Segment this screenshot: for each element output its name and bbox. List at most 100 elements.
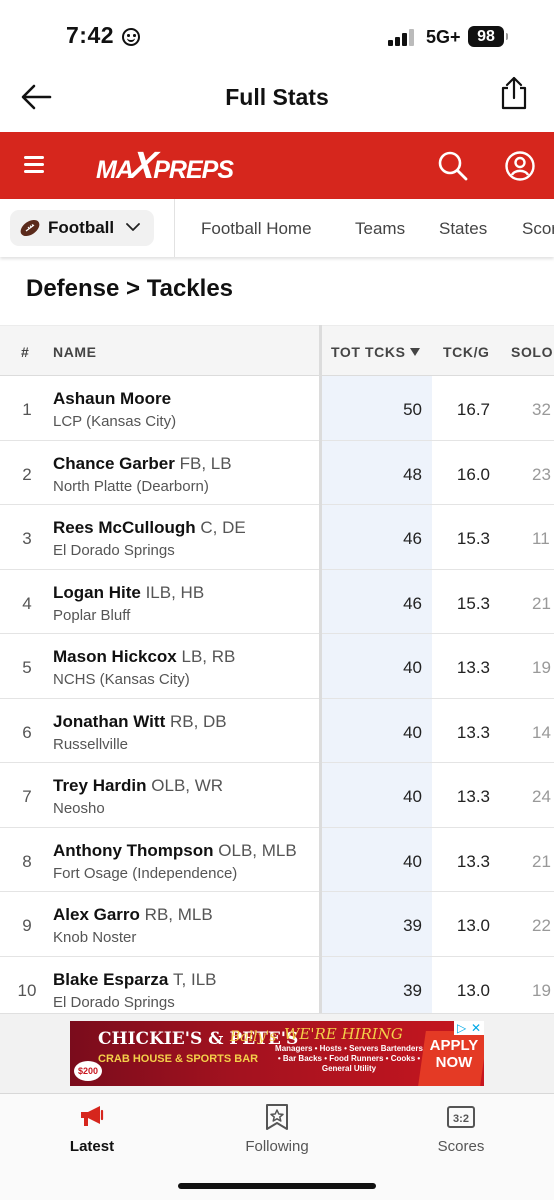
subnav-states[interactable]: States — [439, 219, 487, 239]
player-school[interactable]: Neosho — [53, 800, 105, 817]
table-row[interactable]: 2 Chance Garber FB, LB North Platte (Dearb… — [0, 441, 554, 505]
player-position: ILB, HB — [145, 582, 205, 602]
tab-label: Latest — [69, 1138, 115, 1155]
frozen-column-divider — [319, 325, 322, 1013]
player-name-cell[interactable]: Rees McCullough C, DE — [53, 518, 246, 538]
player-position: RB, MLB — [144, 905, 213, 924]
tab-scores[interactable]: 3:2 Scores — [391, 1094, 531, 1164]
tackles-per-game: 15.3 — [456, 593, 490, 613]
player-school[interactable]: LCP (Kansas City) — [53, 413, 176, 430]
subnav-scores[interactable]: Scores — [522, 219, 554, 239]
player-name-cell[interactable]: Chance Garber FB, LB — [53, 454, 232, 474]
total-tackles: 46 — [403, 593, 422, 613]
player-name-cell[interactable]: Anthony Thompson OLB, MLB — [53, 841, 297, 861]
scoreboard-icon: 3:2 — [447, 1106, 475, 1128]
player-school[interactable]: Knob Noster — [53, 929, 136, 946]
football-icon — [20, 219, 40, 237]
ad-job-list: Managers • Hosts • Servers Bartenders • … — [275, 1044, 423, 1073]
ad-headline: WE'RE HIRING — [284, 1025, 403, 1043]
table-row[interactable]: 5 Mason Hickcox LB, RB NCHS (Kansas City) 4… — [0, 634, 554, 699]
player-name[interactable]: Anthony Thompson — [53, 841, 214, 860]
tackles-per-game: 13.0 — [456, 916, 490, 935]
player-position: T, ILB — [173, 969, 217, 989]
player-name-cell[interactable]: Blake Esparza T, ILB — [53, 970, 217, 990]
player-name-cell[interactable]: Logan Hite ILB, HB — [53, 583, 204, 603]
player-position: OLB, WR — [151, 776, 224, 795]
stats-table: # NAME TOT TCKS TCK/G SOLO 1 Ashaun Moore… — [0, 325, 554, 1013]
player-name-cell[interactable]: Mason Hickcox LB, RB — [53, 647, 235, 667]
player-school[interactable]: Poplar Bluff — [53, 607, 130, 624]
ad-badge: $200 — [74, 1061, 102, 1081]
tab-label: Following — [245, 1138, 309, 1155]
tab-following[interactable]: Following — [207, 1094, 347, 1164]
row-rank: 2 — [22, 464, 32, 484]
ad-banner[interactable]: CHICKIE'S & PETE'S Bally's CRAB HOUSE & … — [70, 1021, 484, 1086]
table-row[interactable]: 3 Rees McCullough C, DE El Dorado Springs 4… — [0, 505, 554, 570]
col-header-tck-per-game[interactable]: TCK/G — [443, 344, 490, 360]
tackles-per-game: 13.3 — [456, 787, 490, 806]
maxpreps-logo[interactable]: MAXPREPS — [96, 145, 234, 187]
share-icon[interactable] — [498, 76, 530, 110]
hamburger-menu-icon[interactable] — [24, 156, 44, 174]
sport-selector-label: Football — [48, 218, 115, 237]
col-header-tot-tcks[interactable]: TOT TCKS — [331, 344, 420, 360]
player-name[interactable]: Trey Hardin — [53, 776, 147, 795]
player-school[interactable]: NCHS (Kansas City) — [53, 671, 190, 688]
sport-selector[interactable]: Football — [10, 210, 154, 246]
player-name-cell[interactable]: Ashaun Moore — [53, 389, 171, 409]
solo-tackles: 19 — [532, 658, 551, 677]
total-tackles: 50 — [403, 400, 422, 419]
sort-desc-icon — [409, 348, 420, 356]
solo-tackles: 24 — [532, 787, 551, 806]
player-school[interactable]: Russellville — [53, 736, 128, 753]
table-row[interactable]: 9 Alex Garro RB, MLB Knob Noster 39 13.0 22 — [0, 892, 554, 957]
player-name[interactable]: Ashaun Moore — [53, 389, 171, 408]
player-name[interactable]: Rees McCullough — [53, 518, 196, 537]
table-row[interactable]: 1 Ashaun Moore LCP (Kansas City) 50 16.7 32 — [0, 376, 554, 441]
player-school[interactable]: North Platte (Dearborn) — [53, 478, 209, 495]
ad-cta-button[interactable]: APPLY NOW — [428, 1037, 480, 1071]
player-name-cell[interactable]: Alex Garro RB, MLB — [53, 905, 213, 925]
total-tackles: 40 — [403, 722, 422, 742]
tackles-per-game: 13.0 — [456, 980, 490, 1000]
solo-tackles: 23 — [532, 464, 551, 484]
player-name-cell[interactable]: Jonathan Witt RB, DB — [53, 712, 227, 732]
col-header-name[interactable]: NAME — [53, 344, 97, 360]
player-position: RB, DB — [169, 711, 227, 731]
brand-bar: MAXPREPS — [0, 132, 554, 199]
player-position: OLB, MLB — [218, 840, 297, 860]
player-school[interactable]: El Dorado Springs — [53, 542, 175, 559]
player-name[interactable]: Blake Esparza — [53, 970, 168, 989]
player-school[interactable]: El Dorado Springs — [53, 994, 175, 1011]
solo-tackles: 32 — [532, 400, 551, 419]
col-header-solo[interactable]: SOLO — [511, 344, 553, 360]
player-name-cell[interactable]: Trey Hardin OLB, WR — [53, 776, 223, 796]
subnav-teams[interactable]: Teams — [355, 219, 405, 239]
table-row[interactable]: 10 Blake Esparza T, ILB El Dorado Springs 3… — [0, 957, 554, 1014]
player-name[interactable]: Mason Hickcox — [53, 647, 177, 666]
star-bookmark-icon — [266, 1104, 288, 1130]
table-row[interactable]: 4 Logan Hite ILB, HB Poplar Bluff 46 15.3 21 — [0, 570, 554, 634]
player-school[interactable]: Fort Osage (Independence) — [53, 865, 237, 882]
player-name[interactable]: Jonathan Witt — [53, 712, 165, 731]
status-bar: 7:42 5G+ 98 — [0, 0, 554, 62]
total-tackles: 40 — [403, 787, 422, 806]
player-name[interactable]: Logan Hite — [53, 583, 141, 602]
status-time: 7:42 — [66, 22, 115, 48]
tab-latest[interactable]: Latest — [22, 1094, 162, 1164]
table-row[interactable]: 6 Jonathan Witt RB, DB Russellville 40 13.3 1… — [0, 699, 554, 763]
solo-tackles: 19 — [532, 980, 551, 1000]
ad-choices-icon[interactable]: ▷ ✕ — [454, 1021, 484, 1035]
battery-icon: 98 — [468, 26, 508, 47]
tackles-per-game: 13.3 — [456, 851, 490, 871]
player-name[interactable]: Alex Garro — [53, 905, 140, 924]
account-icon[interactable] — [504, 150, 536, 182]
table-row[interactable]: 8 Anthony Thompson OLB, MLB Fort Osage (In… — [0, 828, 554, 892]
subnav-football-home[interactable]: Football Home — [201, 219, 312, 239]
svg-text:3:2: 3:2 — [453, 1113, 469, 1125]
search-icon[interactable] — [437, 150, 469, 182]
megaphone-icon — [81, 1106, 104, 1126]
row-rank: 3 — [22, 529, 32, 548]
table-row[interactable]: 7 Trey Hardin OLB, WR Neosho 40 13.3 24 — [0, 763, 554, 828]
player-name[interactable]: Chance Garber — [53, 454, 175, 473]
